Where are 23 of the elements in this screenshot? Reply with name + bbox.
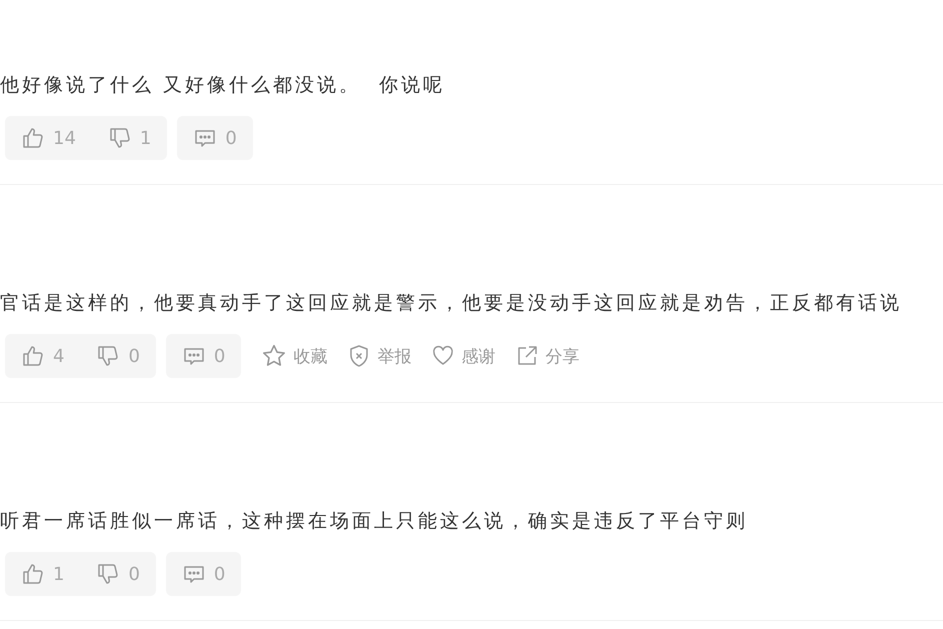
thumbs-up-icon — [21, 344, 45, 368]
thumbs-up-icon — [21, 562, 45, 586]
thumbs-down-icon — [96, 344, 120, 368]
like-button[interactable]: 14 — [5, 116, 92, 160]
dislike-button[interactable]: 0 — [80, 334, 156, 378]
thumbs-down-icon — [108, 126, 132, 150]
dislike-button[interactable]: 0 — [80, 552, 156, 596]
like-button[interactable]: 1 — [5, 552, 80, 596]
thumbs-down-icon — [96, 562, 120, 586]
dislike-button[interactable]: 1 — [92, 116, 168, 160]
share-button[interactable]: 分享 — [515, 344, 580, 368]
favorite-button[interactable]: 收藏 — [261, 343, 328, 369]
comment-text: 官话是这样的，他要真动手了这回应就是警示，他要是没动手这回应就是劝告，正反都有话说 — [0, 291, 903, 316]
reply-button[interactable]: 0 — [166, 552, 242, 596]
reply-button[interactable]: 0 — [166, 334, 242, 378]
report-button[interactable]: 举报 — [347, 344, 412, 368]
star-icon — [261, 343, 288, 369]
like-button[interactable]: 4 — [5, 334, 80, 378]
comment-text: 他好像说了什么 又好像什么都没说。 你说呢 — [0, 73, 446, 98]
thanks-button[interactable]: 感谢 — [431, 344, 496, 368]
thumbs-up-icon — [21, 126, 45, 150]
reply-button[interactable]: 0 — [177, 116, 253, 160]
comment-text: 听君一席话胜似一席话，这种摆在场面上只能这么说，确实是违反了平台守则 — [0, 509, 749, 534]
